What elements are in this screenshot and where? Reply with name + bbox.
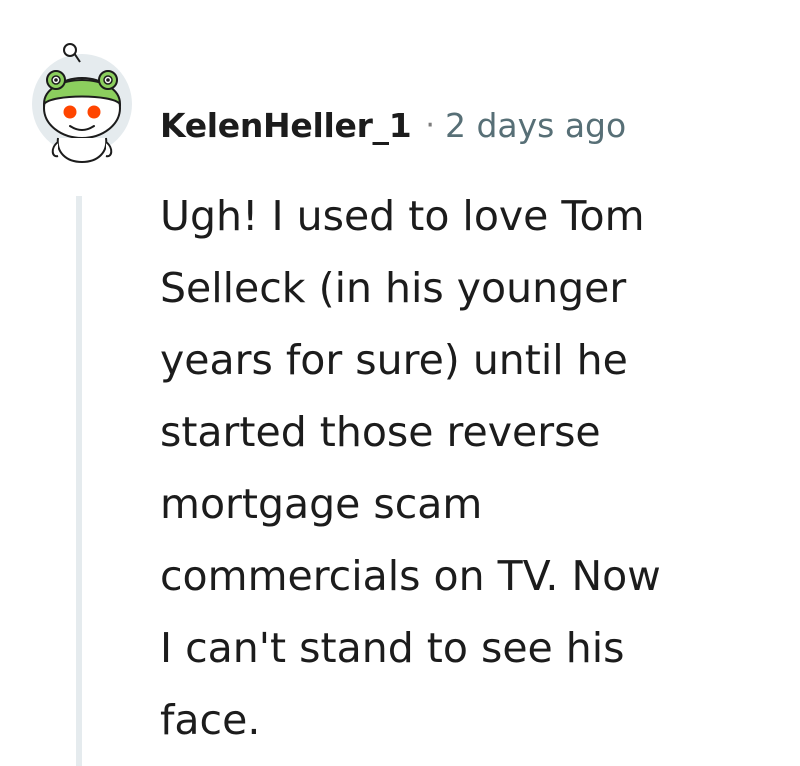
- comment-body: Ugh! I used to love Tom Selleck (in his …: [160, 192, 661, 744]
- comment-timestamp[interactable]: 2 days ago: [445, 106, 626, 145]
- avatar[interactable]: [32, 42, 132, 164]
- comment-meta: KelenHeller_1 · 2 days ago: [160, 100, 626, 150]
- meta-separator: ·: [425, 107, 435, 143]
- username-link[interactable]: KelenHeller_1: [160, 106, 412, 145]
- thread-collapse-line[interactable]: [76, 196, 82, 766]
- comment: KelenHeller_1 · 2 days ago Ugh! I used t…: [0, 0, 800, 766]
